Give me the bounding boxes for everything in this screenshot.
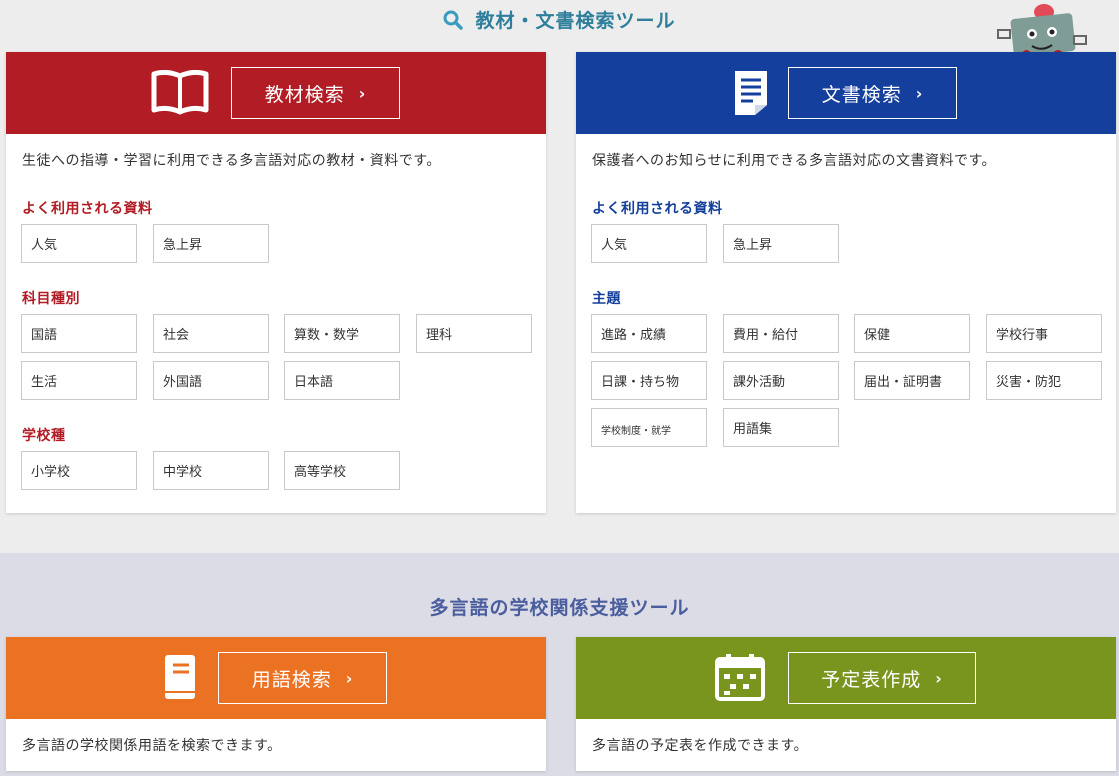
chevron-right-icon: › xyxy=(935,668,943,688)
tag-popular[interactable]: 人気 xyxy=(21,224,137,263)
tag-topic[interactable]: 進路・成績 xyxy=(591,314,707,353)
tag-topic[interactable]: 費用・給付 xyxy=(723,314,839,353)
tag-subject[interactable]: 国語 xyxy=(21,314,137,353)
glossary-search-label: 用語検索 xyxy=(251,668,332,691)
tag-topic[interactable]: 保健 xyxy=(854,314,970,353)
tag-trending[interactable]: 急上昇 xyxy=(153,224,269,263)
support-tools-title: 多言語の学校関係支援ツール xyxy=(429,597,690,619)
tag-topic[interactable]: 学校制度・就学 xyxy=(591,408,707,447)
tag-subject[interactable]: 理科 xyxy=(416,314,532,353)
schedule-create-button[interactable]: 予定表作成 › xyxy=(788,652,976,704)
documents-popular-title: よく利用される資料 xyxy=(592,201,723,217)
materials-header: 教材検索 › xyxy=(6,52,546,134)
documents-description: 保護者へのお知らせに利用できる多言語対応の文書資料です。 xyxy=(592,153,997,169)
tag-school[interactable]: 中学校 xyxy=(153,451,269,490)
tag-subject[interactable]: 生活 xyxy=(21,361,137,400)
materials-search-label: 教材検索 xyxy=(264,83,345,106)
search-tools-title: 教材・文書検索ツール xyxy=(475,10,676,32)
documents-header: 文書検索 › xyxy=(576,52,1116,134)
calendar-icon xyxy=(715,653,765,705)
mascot-robot-icon xyxy=(994,2,1090,59)
schedule-header: 予定表作成 › xyxy=(576,637,1116,719)
materials-schools-title: 学校種 xyxy=(22,428,66,444)
tag-trending[interactable]: 急上昇 xyxy=(723,224,839,263)
documents-topics-title: 主題 xyxy=(592,291,621,307)
materials-search-button[interactable]: 教材検索 › xyxy=(231,67,400,119)
chevron-right-icon: › xyxy=(915,83,924,103)
tag-topic[interactable]: 日課・持ち物 xyxy=(591,361,707,400)
materials-description: 生徒への指導・学習に利用できる多言語対応の教材・資料です。 xyxy=(22,153,441,169)
glossary-description: 多言語の学校関係用語を検索できます。 xyxy=(22,738,282,754)
documents-search-label: 文書検索 xyxy=(821,83,902,106)
chevron-right-icon: › xyxy=(358,83,367,103)
chevron-right-icon: › xyxy=(345,668,354,688)
search-icon xyxy=(443,10,464,35)
tag-subject[interactable]: 外国語 xyxy=(153,361,269,400)
tag-topic[interactable]: 学校行事 xyxy=(986,314,1102,353)
search-tools-heading: 教材・文書検索ツール xyxy=(0,6,1119,35)
tag-subject[interactable]: 社会 xyxy=(153,314,269,353)
tag-popular[interactable]: 人気 xyxy=(591,224,707,263)
glossary-header: 用語検索 › xyxy=(6,637,546,719)
tag-topic[interactable]: 届出・証明書 xyxy=(854,361,970,400)
document-icon xyxy=(733,69,769,121)
tag-topic[interactable]: 災害・防犯 xyxy=(986,361,1102,400)
schedule-description: 多言語の予定表を作成できます。 xyxy=(592,738,809,754)
book-icon xyxy=(151,69,209,120)
glossary-search-button[interactable]: 用語検索 › xyxy=(218,652,387,704)
documents-search-button[interactable]: 文書検索 › xyxy=(788,67,957,119)
tag-school[interactable]: 高等学校 xyxy=(284,451,400,490)
schedule-create-label: 予定表作成 xyxy=(821,668,922,691)
materials-popular-title: よく利用される資料 xyxy=(22,201,153,217)
tag-subject[interactable]: 日本語 xyxy=(284,361,400,400)
materials-card: 教材検索 › 生徒への指導・学習に利用できる多言語対応の教材・資料です。 よく利用… xyxy=(6,52,546,513)
tag-school[interactable]: 小学校 xyxy=(21,451,137,490)
glossary-card: 用語検索 › 多言語の学校関係用語を検索できます。 xyxy=(6,637,546,771)
documents-card: 文書検索 › 保護者へのお知らせに利用できる多言語対応の文書資料です。 よく利用さ… xyxy=(576,52,1116,513)
schedule-card: 予定表作成 › 多言語の予定表を作成できます。 xyxy=(576,637,1116,771)
tag-topic[interactable]: 課外活動 xyxy=(723,361,839,400)
tag-subject[interactable]: 算数・数学 xyxy=(284,314,400,353)
tag-topic[interactable]: 用語集 xyxy=(723,408,839,447)
materials-subjects-title: 科目種別 xyxy=(22,291,80,307)
notebook-icon xyxy=(163,653,197,705)
